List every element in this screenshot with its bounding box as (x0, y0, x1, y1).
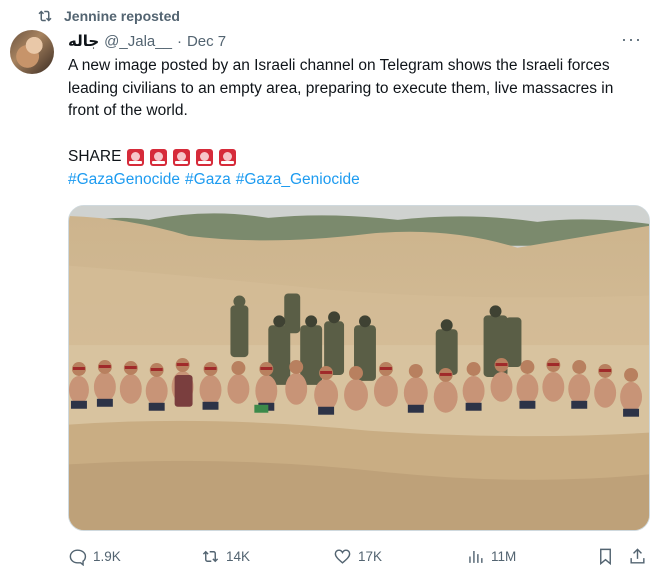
repost-count: 14K (226, 548, 251, 564)
repost-button[interactable]: 14K (201, 544, 250, 568)
views-button[interactable]: 11M (466, 544, 516, 568)
hashtag-link[interactable]: #Gaza_Geniocide (236, 169, 360, 191)
action-bar: 1.9K 14K 17K 11M (68, 544, 650, 568)
hashtag-link[interactable]: #Gaza (185, 169, 231, 191)
separator-dot: · (176, 32, 182, 50)
repost-icon (38, 10, 52, 22)
police-light-icon (150, 148, 168, 166)
hashtag-list: #GazaGenocide #Gaza #Gaza_Geniocide (68, 169, 360, 191)
views-count: 11M (491, 548, 517, 564)
heart-icon (334, 548, 351, 564)
tweet-body: A new image posted by an Israeli channel… (68, 55, 648, 123)
hashtag-link[interactable]: #GazaGenocide (68, 169, 180, 191)
police-light-icon (173, 148, 191, 166)
police-light-icon (219, 148, 237, 166)
tweet-header: جاله @_Jala__ · Dec 7 (68, 30, 226, 52)
tweet-text: A new image posted by an Israeli channel… (68, 57, 614, 119)
share-word: SHARE (68, 148, 122, 165)
photo-illustration (69, 206, 649, 530)
share-line: SHARE (68, 146, 237, 168)
share-button[interactable] (628, 544, 647, 568)
tweet-photo[interactable] (68, 205, 650, 531)
bookmark-button[interactable] (596, 544, 615, 568)
author-display-name[interactable]: جاله (68, 32, 99, 50)
avatar[interactable] (10, 30, 54, 74)
more-options-button[interactable]: ··· (621, 30, 642, 48)
bar-chart-icon (469, 550, 483, 563)
tweet-date[interactable]: Dec 7 (187, 33, 226, 50)
like-count: 17K (358, 548, 383, 564)
share-icon (630, 547, 645, 564)
tweet-card[interactable]: Jennine reposted جاله @_Jala__ · Dec 7 ·… (0, 0, 660, 578)
author-handle[interactable]: @_Jala__ (104, 33, 172, 50)
reply-icon (69, 548, 87, 566)
bookmark-icon (600, 548, 611, 565)
reply-count: 1.9K (93, 548, 121, 564)
police-light-icon (196, 148, 214, 166)
repost-indicator[interactable]: Jennine reposted (36, 6, 180, 26)
reply-button[interactable]: 1.9K (68, 544, 121, 568)
repost-icon (202, 550, 219, 562)
police-light-icon (127, 148, 145, 166)
repost-label: Jennine reposted (64, 8, 180, 24)
like-button[interactable]: 17K (333, 544, 382, 568)
